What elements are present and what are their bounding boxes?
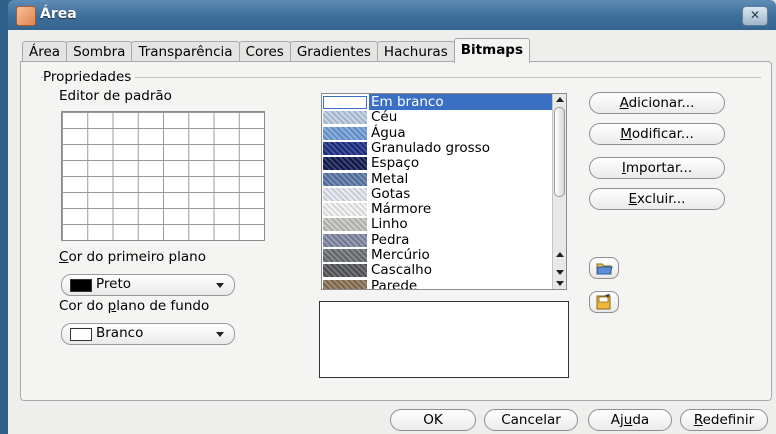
modify-button[interactable]: Modificar... <box>589 123 725 145</box>
properties-group-title: Propriedades <box>43 69 136 85</box>
mnemonic-char: u <box>623 412 633 428</box>
mnemonic-char: I <box>621 160 626 176</box>
bitmap-thumbnail <box>323 96 367 109</box>
bitmap-thumbnail <box>323 126 367 140</box>
chevron-down-icon <box>216 283 224 288</box>
mnemonic-char: p <box>107 298 117 314</box>
mnemonic-char: A <box>619 95 629 111</box>
list-item-label: Cascalho <box>371 262 432 279</box>
tab-transparency[interactable]: Transparência <box>131 41 240 63</box>
group-divider <box>41 77 761 78</box>
title-bar[interactable]: Área ✕ <box>8 0 776 31</box>
scroll-down-arrow-icon[interactable] <box>556 270 564 275</box>
mnemonic-char: M <box>620 126 632 142</box>
scroll-up-arrow-icon[interactable] <box>556 252 564 257</box>
list-item[interactable]: Metal <box>322 170 552 187</box>
list-item[interactable]: Espaço <box>322 155 552 172</box>
tab-strip: Área Sombra Transparência Cores Gradient… <box>22 38 530 63</box>
cancel-button[interactable]: Cancelar <box>484 409 578 431</box>
list-item[interactable]: Pedra <box>322 231 552 248</box>
list-item-label: Gotas <box>371 185 411 202</box>
pattern-editor-label: Editor de padrão <box>59 88 172 104</box>
import-button[interactable]: Importar... <box>589 157 725 179</box>
save-icon <box>596 294 611 310</box>
list-item[interactable]: Granulado grosso <box>322 139 552 156</box>
mnemonic-char: R <box>693 412 703 428</box>
list-item-label: Espaço <box>371 155 420 172</box>
list-item-label: Água <box>371 124 406 141</box>
foreground-color-label: Cor do primeiro plano <box>59 249 206 265</box>
ok-button[interactable]: OK <box>390 409 476 431</box>
foreground-color-label-rest: or do primeiro plano <box>68 249 206 265</box>
area-dialog: Área ✕ Área Sombra Transparência Cores G… <box>8 0 776 434</box>
bitmap-preview <box>319 301 569 378</box>
list-item-label: Parede <box>371 277 418 290</box>
foreground-color-select[interactable]: Preto <box>61 274 235 296</box>
list-item[interactable]: Em branco <box>322 94 553 110</box>
tab-colors[interactable]: Cores <box>238 41 291 63</box>
background-swatch <box>70 328 92 341</box>
foreground-swatch <box>70 279 92 292</box>
bitmap-thumbnail <box>323 157 367 171</box>
list-item-label: Mármore <box>371 201 432 218</box>
list-item-label: Céu <box>371 109 398 126</box>
close-button[interactable]: ✕ <box>742 6 768 26</box>
bitmap-thumbnail <box>323 203 367 217</box>
pattern-editor-grid[interactable] <box>61 111 265 241</box>
foreground-color-value: Preto <box>96 276 132 292</box>
bitmap-thumbnail <box>323 249 367 262</box>
delete-button[interactable]: Excluir... <box>589 188 725 210</box>
list-item[interactable]: Mármore <box>322 201 552 218</box>
bitmap-thumbnail <box>323 218 367 232</box>
mnemonic-char: E <box>628 191 638 207</box>
list-item-label: Mercúrio <box>371 247 430 263</box>
list-item-label: Linho <box>371 216 408 233</box>
background-color-value: Branco <box>96 325 144 341</box>
bitmap-thumbnail <box>323 264 367 278</box>
list-item-label: Em branco <box>369 94 553 110</box>
bitmap-thumbnail <box>323 233 367 247</box>
tab-area[interactable]: Área <box>22 41 68 63</box>
list-item[interactable]: Mercúrio <box>322 247 552 263</box>
scroll-down-arrow-icon[interactable] <box>556 281 564 286</box>
background-color-label: Cor do plano de fundo <box>59 298 210 314</box>
list-scrollbar[interactable] <box>552 94 566 289</box>
add-button[interactable]: Adicionar... <box>589 92 725 114</box>
dialog-body: Área Sombra Transparência Cores Gradient… <box>8 30 776 434</box>
list-item-label: Granulado grosso <box>371 139 490 156</box>
reset-button[interactable]: Redefinir <box>680 409 768 431</box>
bitmap-thumbnail <box>323 141 367 155</box>
help-button[interactable]: Ajuda <box>588 409 672 431</box>
folder-open-icon <box>596 263 613 275</box>
list-item[interactable]: Gotas <box>322 185 552 202</box>
open-button[interactable] <box>589 257 619 279</box>
bitmap-thumbnail <box>323 279 367 289</box>
list-item[interactable]: Água <box>322 124 552 141</box>
bitmap-thumbnail <box>323 187 367 201</box>
tab-hatching[interactable]: Hachuras <box>376 41 455 63</box>
list-item[interactable]: Cascalho <box>322 262 552 279</box>
list-item[interactable]: Linho <box>322 216 552 233</box>
bitmap-list[interactable]: Parede Cascalho Mercúrio Pedra Linho Mármore G… <box>321 93 567 290</box>
window-title: Área <box>40 6 77 22</box>
tab-gradients[interactable]: Gradientes <box>289 41 378 63</box>
list-item[interactable]: Parede <box>322 277 552 290</box>
app-icon <box>16 6 36 26</box>
scroll-up-arrow-icon[interactable] <box>556 97 564 102</box>
list-item-label: Pedra <box>371 231 410 248</box>
list-item-label: Metal <box>371 170 409 187</box>
background-color-select[interactable]: Branco <box>61 323 235 345</box>
list-item[interactable]: Céu <box>322 109 552 126</box>
tab-bitmaps[interactable]: Bitmaps <box>453 38 530 63</box>
scrollbar-thumb[interactable] <box>554 107 565 197</box>
save-button[interactable] <box>589 291 619 313</box>
chevron-down-icon <box>216 332 224 337</box>
tab-shadow[interactable]: Sombra <box>66 41 133 63</box>
bitmap-thumbnail <box>323 111 367 125</box>
bitmaps-panel: Propriedades Editor de padrão Cor do pri… <box>20 61 772 401</box>
bitmap-thumbnail <box>323 172 367 186</box>
